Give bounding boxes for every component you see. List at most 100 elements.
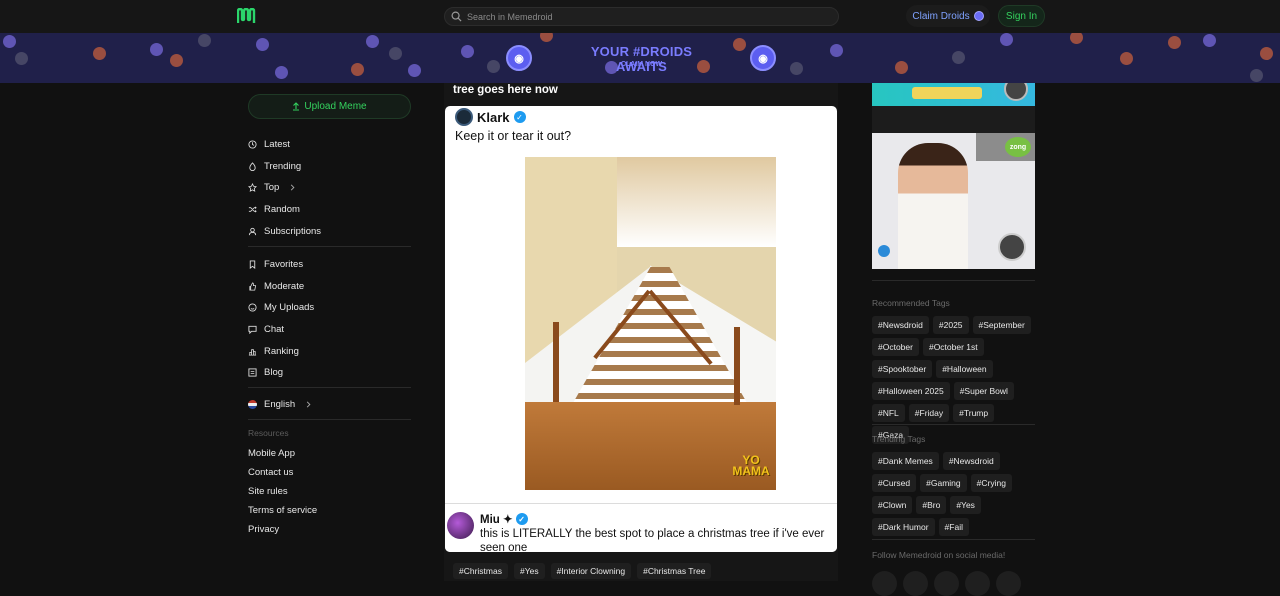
staircase-photo: YO MAMA <box>525 157 776 490</box>
memedroid-logo[interactable] <box>237 8 259 24</box>
resource-link-contact[interactable]: Contact us <box>248 467 293 478</box>
upload-meme-button[interactable]: Upload Meme <box>248 94 411 119</box>
meme-image[interactable]: Klark ✓ Keep it or tear it out? YO MAMA … <box>445 106 837 552</box>
search-bar[interactable] <box>444 7 839 26</box>
upload-icon <box>293 102 300 111</box>
sidebar-item-blog[interactable]: Blog <box>248 365 283 379</box>
sidebar-item-trending[interactable]: Trending <box>248 159 301 173</box>
star-icon <box>248 182 257 192</box>
chevron-right-icon <box>291 183 295 191</box>
sidebar-item-label: Latest <box>264 138 290 150</box>
sidebar-item-my-uploads[interactable]: My Uploads <box>248 300 314 314</box>
tag[interactable]: #Cursed <box>872 474 917 492</box>
sidebar-item-label: Chat <box>264 323 285 335</box>
sidebar-item-chat[interactable]: Chat <box>248 322 284 336</box>
verified-badge-icon: ✓ <box>513 111 526 123</box>
chat-icon <box>248 325 257 334</box>
tag[interactable]: #Yes <box>513 563 545 579</box>
reply-text: this is LITERALLY the best spot to place… <box>480 528 825 552</box>
sidebar-item-top[interactable]: Top <box>248 180 297 194</box>
tag[interactable]: #Dank Memes <box>872 452 939 470</box>
resource-link-site-rules[interactable]: Site rules <box>248 486 288 497</box>
zong-logo: zong <box>1005 137 1031 157</box>
tag[interactable]: #Newsdroid <box>872 316 929 334</box>
sidebar-item-moderate[interactable]: Moderate <box>248 279 304 293</box>
tag[interactable]: #NFL <box>872 404 905 422</box>
top-navbar: Claim Droids Sign In <box>0 0 1280 33</box>
tag[interactable]: #Trump <box>953 404 995 422</box>
tag[interactable]: #October 1st <box>922 338 984 356</box>
tag[interactable]: #Super Bowl <box>953 382 1014 400</box>
tag[interactable]: #Dark Humor <box>872 518 935 536</box>
tag[interactable]: #September <box>972 316 1031 334</box>
droid-left-icon: ◉ <box>506 45 532 71</box>
tag[interactable]: #Newsdroid <box>942 452 1000 470</box>
sidebar-item-ranking[interactable]: Ranking <box>248 344 299 358</box>
droid-right-icon: ◉ <box>750 45 776 71</box>
pinterest-icon[interactable] <box>965 571 990 596</box>
resources-heading: Resources <box>248 428 289 438</box>
tag[interactable]: #Christmas <box>453 563 508 579</box>
tag[interactable]: #Yes <box>950 496 981 514</box>
verified-badge-icon: ✓ <box>515 513 528 525</box>
sidebar-item-label: Random <box>264 203 300 215</box>
tag[interactable]: #Friday <box>908 404 950 422</box>
sidebar-divider <box>248 387 411 388</box>
claim-droids-banner[interactable]: ◉ YOUR #DROIDS AWAITS CLAIM NOW ◉ <box>0 33 1280 83</box>
claim-droids-label: Claim Droids <box>912 10 970 22</box>
facebook-icon[interactable] <box>934 571 959 596</box>
tag[interactable]: #Bro <box>916 496 947 514</box>
language-selector[interactable]: English <box>248 397 313 411</box>
reply-author: Miu ✦ <box>480 514 513 526</box>
recommended-tags-heading: Recommended Tags <box>872 298 950 308</box>
clock-icon <box>248 139 257 149</box>
watermark-logo: YO MAMA <box>732 453 770 478</box>
sidebar-item-favorites[interactable]: Favorites <box>248 257 303 271</box>
resource-link-mobile-app[interactable]: Mobile App <box>248 448 295 459</box>
resource-link-terms[interactable]: Terms of service <box>248 505 317 516</box>
post-title[interactable]: tree goes here now <box>453 84 558 96</box>
thumbs-icon <box>249 281 257 291</box>
tag[interactable]: #Spooktober <box>872 360 933 378</box>
banner-title: YOUR #DROIDS AWAITS <box>590 44 693 74</box>
youtube-icon[interactable] <box>996 571 1021 596</box>
bookmark-icon <box>249 259 256 269</box>
sign-in-button[interactable]: Sign In <box>998 5 1045 27</box>
search-input[interactable] <box>467 11 827 22</box>
smile-icon <box>248 302 257 312</box>
claim-droids-button[interactable]: Claim Droids <box>906 5 990 27</box>
sidebar-item-random[interactable]: Random <box>248 202 300 216</box>
us-flag-icon <box>248 399 257 409</box>
tag[interactable]: #2025 <box>932 316 969 334</box>
tag[interactable]: #Interior Clowning <box>550 563 632 579</box>
tag[interactable]: #Halloween 2025 <box>872 382 950 400</box>
resource-link-privacy[interactable]: Privacy <box>248 524 279 535</box>
sidebar-item-label: Subscriptions <box>264 225 322 237</box>
tweet-header: Klark ✓ <box>455 108 526 126</box>
sidebar-item-label: My Uploads <box>264 301 315 313</box>
sidebar-item-latest[interactable]: Latest <box>248 137 290 151</box>
tag[interactable]: #October <box>872 338 919 356</box>
hand-pointer-icon <box>1004 83 1028 101</box>
sidebar-divider <box>248 419 411 420</box>
sidebar-item-label: Blog <box>264 366 284 378</box>
tiktok-icon[interactable] <box>903 571 928 596</box>
tag[interactable]: #Christmas Tree <box>637 563 712 579</box>
flame-icon <box>249 161 256 171</box>
tag[interactable]: #Clown <box>872 496 913 514</box>
ad-banner-zong[interactable]: zong <box>872 133 1035 269</box>
shuffle-icon <box>248 206 257 212</box>
tag[interactable]: #Crying <box>970 474 1012 492</box>
social-heading: Follow Memedroid on social media! <box>872 550 1006 560</box>
ad-banner-top[interactable] <box>872 83 1035 106</box>
sidebar-item-subscriptions[interactable]: Subscriptions <box>248 224 321 238</box>
tag[interactable]: #Fail <box>938 518 969 536</box>
tweet-text: Keep it or tear it out? <box>455 129 572 143</box>
tag[interactable]: #Gaming <box>920 474 967 492</box>
banner-claim-link[interactable]: CLAIM NOW <box>564 61 719 68</box>
instagram-icon[interactable] <box>872 571 897 596</box>
meme-post: tree goes here now Klark ✓ Keep it or te… <box>444 83 838 581</box>
tweet-author: Klark <box>477 109 510 125</box>
user-icon <box>248 227 257 235</box>
tag[interactable]: #Halloween <box>936 360 993 378</box>
